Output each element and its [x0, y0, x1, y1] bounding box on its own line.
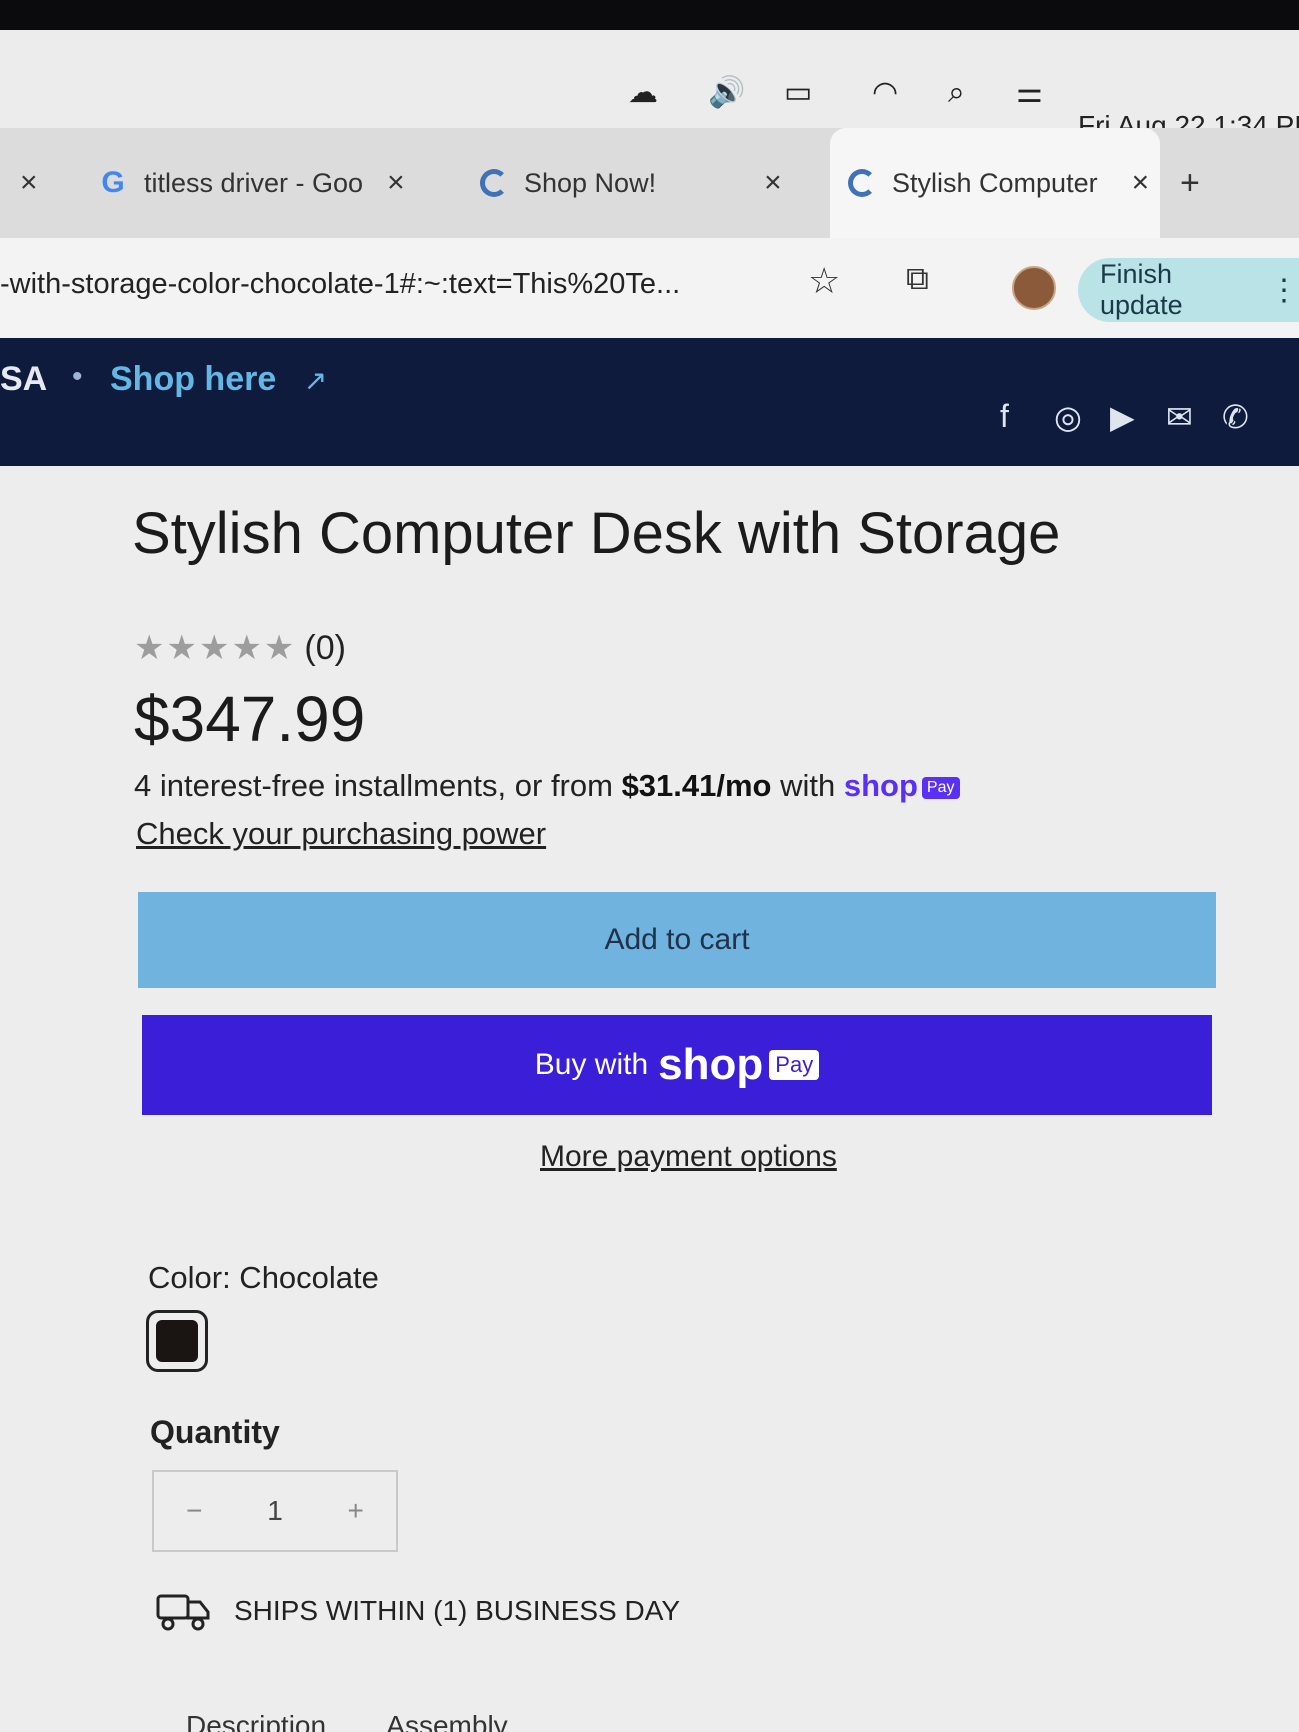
- page-search-icon[interactable]: ⧉: [906, 260, 929, 298]
- installments-pre: 4 interest-free installments, or from: [134, 768, 622, 803]
- tab-close-prev[interactable]: ×: [20, 128, 38, 238]
- address-bar: -with-storage-color-chocolate-1#:~:text=…: [0, 238, 1299, 338]
- installments-post: with: [771, 768, 844, 803]
- installments-text: 4 interest-free installments, or from $3…: [134, 768, 960, 804]
- loading-icon: [848, 169, 876, 197]
- search-icon[interactable]: ⌕: [948, 78, 965, 108]
- new-tab-button[interactable]: +: [1180, 128, 1200, 238]
- region-text: SA: [0, 360, 48, 398]
- site-nav-band: SA • Shop here ↗ f ◎ ▶ ✉ ✆: [0, 338, 1299, 466]
- close-icon[interactable]: ×: [1132, 166, 1150, 200]
- quantity-increase-button[interactable]: +: [315, 1495, 396, 1527]
- tab-label: titless driver - Goo: [144, 167, 364, 198]
- buy-with-label: Buy with: [534, 1048, 649, 1081]
- color-swatch-chocolate[interactable]: [146, 1310, 208, 1372]
- volume-icon[interactable]: 🔊: [708, 78, 745, 108]
- product-title: Stylish Computer Desk with Storage: [132, 501, 1061, 566]
- loading-icon: [480, 169, 508, 197]
- detail-tabs: Description Assembly: [186, 1710, 562, 1732]
- tab-label: Shop Now!: [524, 167, 657, 198]
- url-field[interactable]: -with-storage-color-chocolate-1#:~:text=…: [0, 268, 680, 301]
- quantity-stepper: − 1 +: [152, 1470, 398, 1552]
- shop-here-link[interactable]: Shop here ↗: [110, 360, 327, 399]
- tab-assembly[interactable]: Assembly: [386, 1710, 507, 1732]
- bookmark-star-icon[interactable]: ☆: [808, 260, 840, 302]
- facebook-icon[interactable]: f: [1000, 398, 1009, 435]
- battery-icon[interactable]: ▭: [784, 78, 812, 108]
- youtube-icon[interactable]: ▶: [1110, 398, 1135, 436]
- shop-logo: shop: [658, 1040, 764, 1089]
- star-icon: ★★★★★: [134, 629, 297, 667]
- rating-count: (0): [304, 629, 346, 667]
- finish-update-button[interactable]: Finish update ⋮: [1078, 258, 1299, 322]
- more-menu-icon[interactable]: ⋮: [1269, 273, 1299, 308]
- shop-pay-logo: shop: [843, 768, 918, 803]
- close-icon[interactable]: ×: [764, 166, 782, 200]
- color-label: Color: Chocolate: [148, 1260, 379, 1295]
- mail-icon[interactable]: ✉: [1166, 398, 1193, 436]
- shipping-text: SHIPS WITHIN (1) BUSINESS DAY: [234, 1595, 680, 1626]
- more-payment-options-link[interactable]: More payment options: [540, 1140, 837, 1174]
- external-link-icon: ↗: [303, 365, 328, 396]
- tab-label: Stylish Computer: [892, 167, 1098, 198]
- check-purchasing-power-link[interactable]: Check your purchasing power: [136, 816, 546, 852]
- shop-pay-badge: Pay: [921, 776, 960, 799]
- shipping-info: SHIPS WITHIN (1) BUSINESS DAY: [156, 1590, 680, 1632]
- tab-strip: × G titless driver - Goo × Shop Now! × S…: [0, 128, 1299, 238]
- wifi-icon[interactable]: ◠: [872, 78, 898, 108]
- close-icon[interactable]: ×: [387, 166, 405, 200]
- creative-cloud-icon[interactable]: ☁: [628, 78, 658, 108]
- phone-icon[interactable]: ✆: [1222, 398, 1249, 436]
- quantity-label: Quantity: [150, 1414, 280, 1450]
- control-center-icon[interactable]: ⚌: [1016, 78, 1043, 108]
- rating-stars[interactable]: ★★★★★ (0): [134, 628, 346, 668]
- buy-with-shop-pay-button[interactable]: Buy with shop Pay: [142, 1015, 1212, 1115]
- google-icon: G: [101, 166, 125, 199]
- tab-stylish-computer[interactable]: Stylish Computer ×: [830, 128, 1160, 238]
- menu-bar: ☁ 🔊 ▭ ◠ ⌕ ⚌ Fri Aug 22 1:34 PM: [0, 30, 1299, 141]
- finish-update-label: Finish update: [1100, 259, 1183, 320]
- tab-shop-now[interactable]: Shop Now! ×: [480, 128, 800, 238]
- avatar[interactable]: [1012, 266, 1056, 310]
- quantity-input[interactable]: 1: [235, 1495, 316, 1527]
- separator-dot: •: [72, 360, 83, 393]
- screen: ☁ 🔊 ▭ ◠ ⌕ ⚌ Fri Aug 22 1:34 PM × G title…: [0, 30, 1299, 1732]
- tab-description[interactable]: Description: [186, 1710, 326, 1732]
- instagram-icon[interactable]: ◎: [1054, 398, 1082, 436]
- installments-amount: $31.41/mo: [621, 768, 772, 803]
- truck-icon: [156, 1594, 210, 1631]
- tab-google-search[interactable]: G titless driver - Goo ×: [96, 128, 426, 238]
- swatch-fill: [156, 1320, 198, 1362]
- quantity-decrease-button[interactable]: −: [154, 1495, 235, 1527]
- shop-here-label: Shop here: [110, 360, 277, 398]
- product-price: $347.99: [134, 683, 366, 755]
- add-to-cart-button[interactable]: Add to cart: [138, 892, 1216, 988]
- pay-badge: Pay: [769, 1050, 820, 1080]
